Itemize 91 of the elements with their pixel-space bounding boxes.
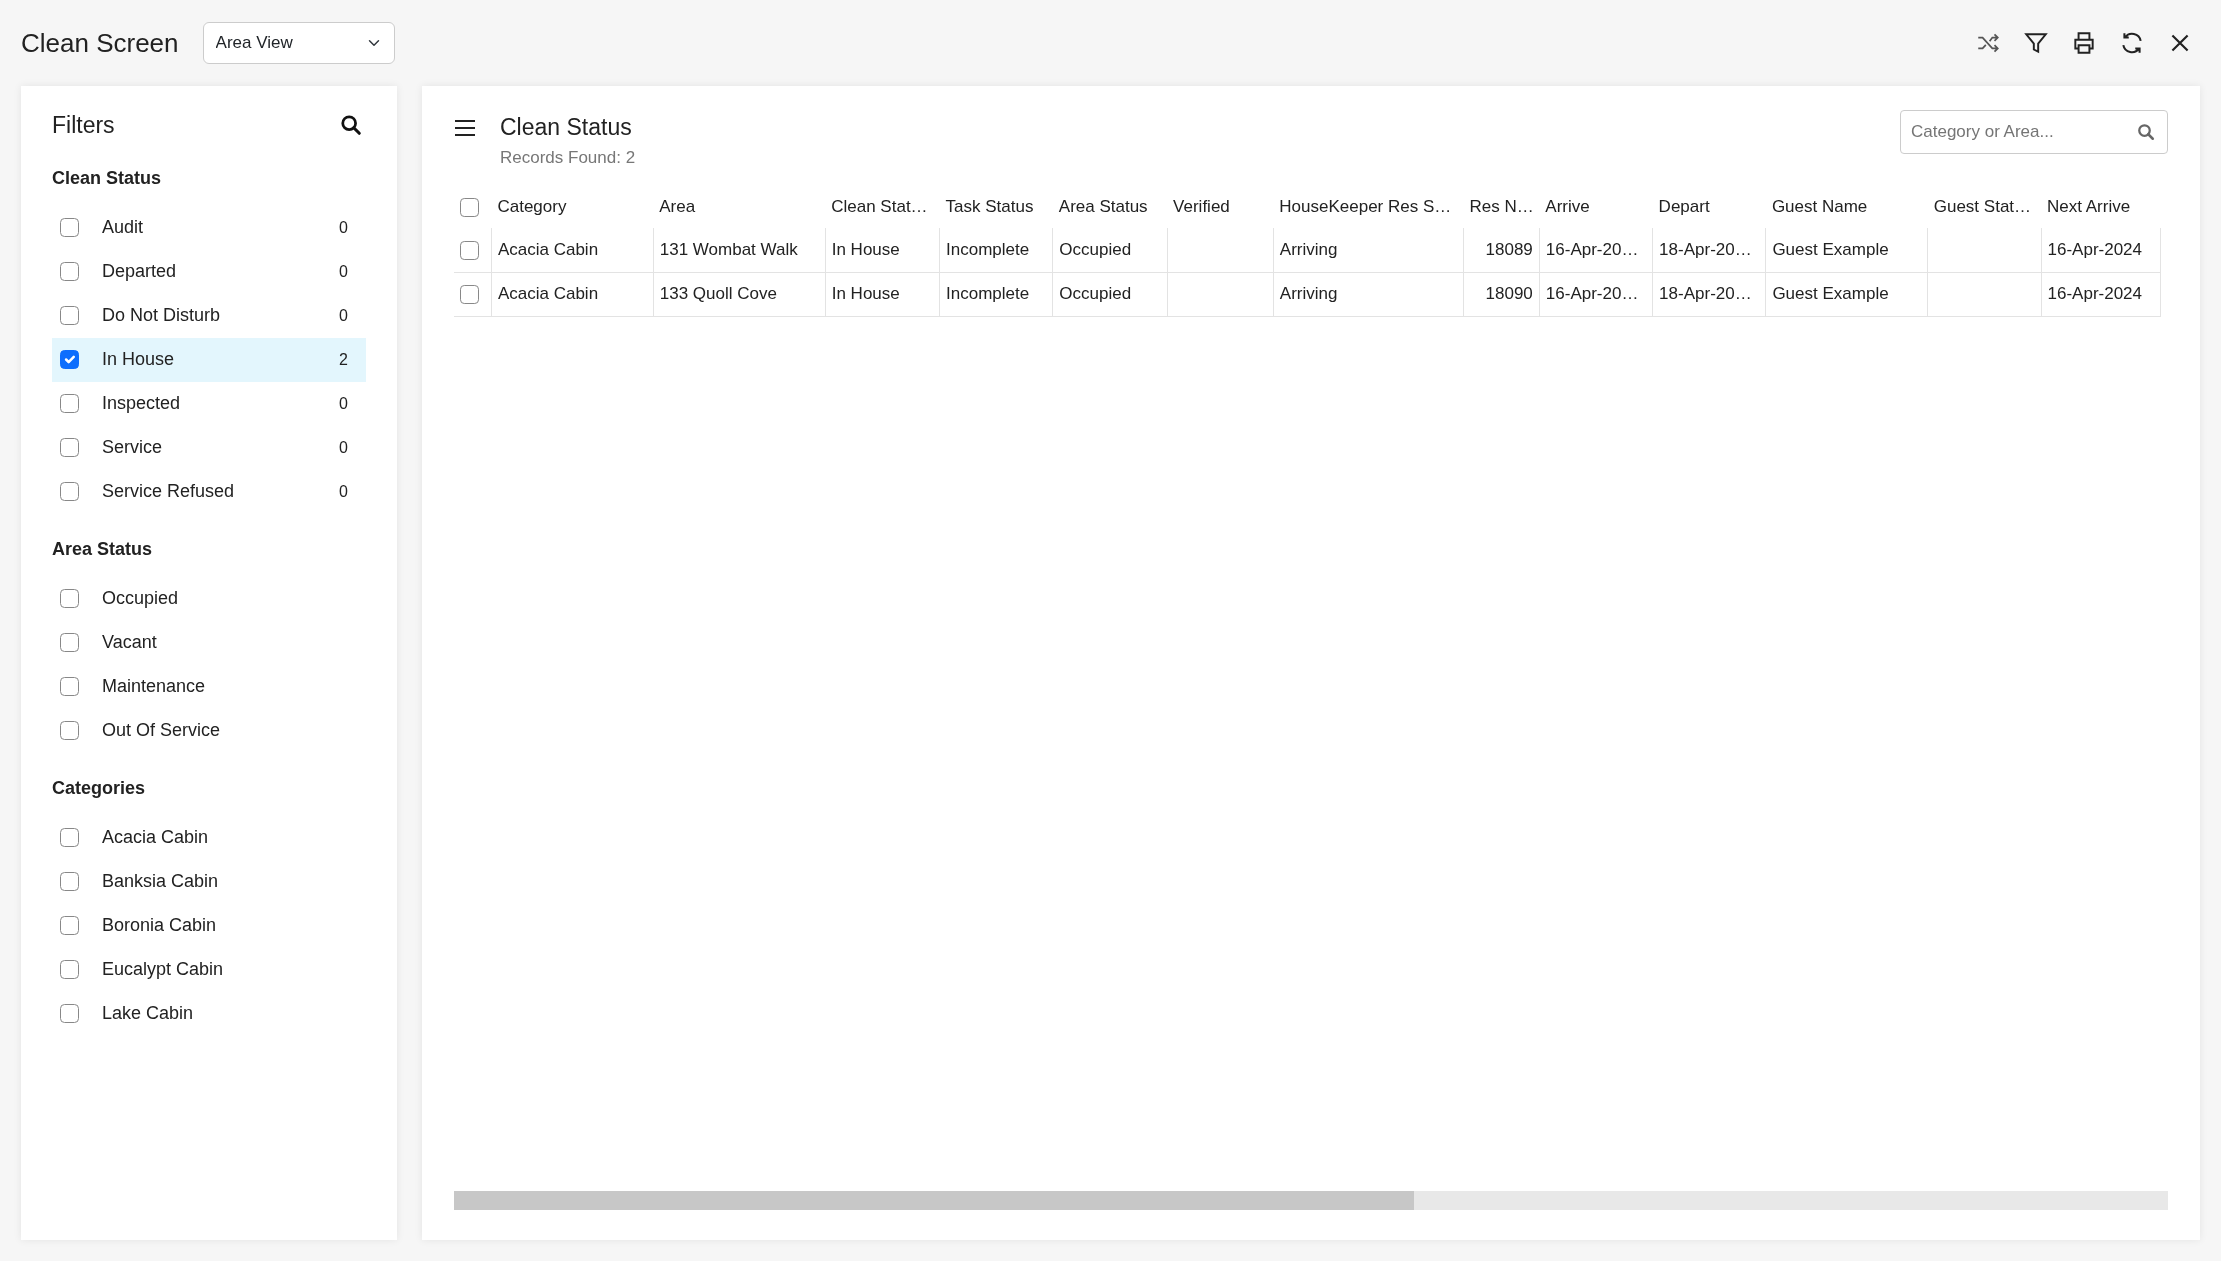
table-cell: 16-Apr-20…	[1545, 284, 1639, 304]
filter-count: 0	[339, 305, 348, 326]
filter-label: Departed	[102, 260, 177, 283]
checkbox[interactable]	[60, 350, 79, 369]
checkbox[interactable]	[60, 1004, 79, 1023]
table-cell: Occupied	[1059, 240, 1132, 259]
filter-label: In House	[102, 348, 175, 371]
checkbox[interactable]	[60, 916, 79, 935]
filter-label: Do Not Disturb	[102, 304, 221, 327]
filter-label: Banksia Cabin	[102, 870, 219, 893]
search-icon[interactable]	[340, 114, 362, 137]
column-header[interactable]: Arrive	[1539, 186, 1653, 228]
table-cell: Arriving	[1279, 284, 1338, 304]
panel-title: Clean Status	[500, 113, 633, 142]
table-cell: Acacia Cabin	[497, 240, 599, 259]
select-all-checkbox[interactable]	[460, 198, 479, 218]
table-cell: In House	[831, 240, 900, 259]
column-header[interactable]: Clean Stat…	[825, 186, 940, 228]
table-cell: Incomplete	[946, 284, 1030, 304]
filter-count: 0	[339, 261, 348, 282]
row-checkbox[interactable]	[460, 241, 479, 260]
checkbox[interactable]	[60, 872, 79, 891]
checkbox[interactable]	[60, 589, 79, 608]
table-cell: Arriving	[1279, 240, 1338, 259]
table-cell: 16-Apr-2024	[2047, 240, 2143, 259]
filter-label: Out Of Service	[102, 719, 221, 742]
column-header[interactable]: Guest Stat…	[1927, 186, 2041, 228]
table-cell: 18-Apr-20…	[1659, 284, 1752, 304]
checkbox[interactable]	[60, 482, 79, 501]
filter-count: 2	[339, 349, 348, 370]
checkbox[interactable]	[60, 262, 79, 281]
column-header[interactable]: HouseKeeper Res S…	[1273, 186, 1464, 228]
view-dropdown[interactable]: Area View	[202, 22, 395, 64]
filter-label: Acacia Cabin	[102, 826, 209, 849]
checkbox[interactable]	[60, 218, 79, 237]
checkbox[interactable]	[60, 306, 79, 325]
table-cell: Acacia Cabin	[497, 284, 599, 304]
table-cell: 16-Apr-20…	[1545, 240, 1639, 259]
app-title: Clean Screen	[21, 26, 179, 60]
filter-label: Maintenance	[102, 675, 206, 698]
column-header[interactable]: Category	[491, 186, 654, 228]
table-cell: 16-Apr-2024	[2047, 284, 2143, 304]
checkbox[interactable]	[60, 721, 79, 740]
filter-label: Inspected	[102, 392, 181, 415]
checkbox[interactable]	[60, 677, 79, 696]
records-count: Records Found: 2	[500, 146, 636, 169]
filter-count: 0	[339, 217, 348, 238]
table-cell: In House	[831, 284, 900, 304]
filter-label: Eucalypt Cabin	[102, 958, 224, 981]
filter-count: 0	[339, 437, 348, 458]
column-header[interactable]: Area	[653, 186, 826, 228]
row-checkbox[interactable]	[460, 285, 479, 305]
filter-label: Boronia Cabin	[102, 914, 217, 937]
checkbox[interactable]	[60, 960, 79, 979]
filter-count: 0	[339, 481, 348, 502]
filter-label: Audit	[102, 216, 144, 239]
filter-group-title: Clean Status	[52, 166, 163, 190]
filter-label: Occupied	[102, 587, 179, 610]
selected-row-highlight[interactable]: In House 2	[52, 337, 366, 382]
checkbox[interactable]	[60, 394, 79, 413]
table-cell: Incomplete	[946, 240, 1030, 259]
filter-label: Lake Cabin	[102, 1002, 194, 1025]
checkbox[interactable]	[60, 828, 79, 847]
checkbox[interactable]	[60, 438, 79, 457]
table-cell: Guest Example	[1772, 240, 1889, 259]
menu-icon[interactable]	[454, 118, 476, 138]
table-cell: 18090	[1485, 284, 1533, 304]
scrollbar-thumb[interactable]	[454, 1191, 1414, 1210]
search-field[interactable]: Category or Area...	[1900, 110, 2168, 154]
column-header[interactable]: Task Status	[939, 186, 1053, 228]
column-header[interactable]: Verified	[1167, 186, 1274, 228]
horizontal-scrollbar[interactable]	[454, 1191, 2168, 1210]
filter-label: Vacant	[102, 631, 157, 654]
filter-group-title: Area Status	[52, 537, 154, 561]
filter-count: 0	[339, 393, 348, 414]
filter-group-title: Categories	[52, 776, 147, 800]
filters-title: Filters	[52, 111, 115, 140]
column-header[interactable]: Res N…	[1463, 186, 1540, 228]
table-cell: 18089	[1485, 240, 1533, 259]
filter-label: Service	[102, 436, 163, 459]
column-header[interactable]: Depart	[1652, 186, 1766, 228]
column-header[interactable]: Area Status	[1052, 186, 1168, 228]
column-header[interactable]: Guest Name	[1765, 186, 1928, 228]
table-cell: 18-Apr-20…	[1659, 240, 1752, 259]
column-header[interactable]: Next Arrive	[2041, 186, 2161, 228]
table-cell: 133 Quoll Cove	[659, 284, 777, 304]
checkbox[interactable]	[60, 633, 79, 652]
table-cell: Occupied	[1059, 284, 1132, 304]
table-cell: 131 Wombat Walk	[659, 240, 798, 259]
filter-label: Service Refused	[102, 480, 235, 503]
table-cell: Guest Example	[1772, 284, 1889, 304]
